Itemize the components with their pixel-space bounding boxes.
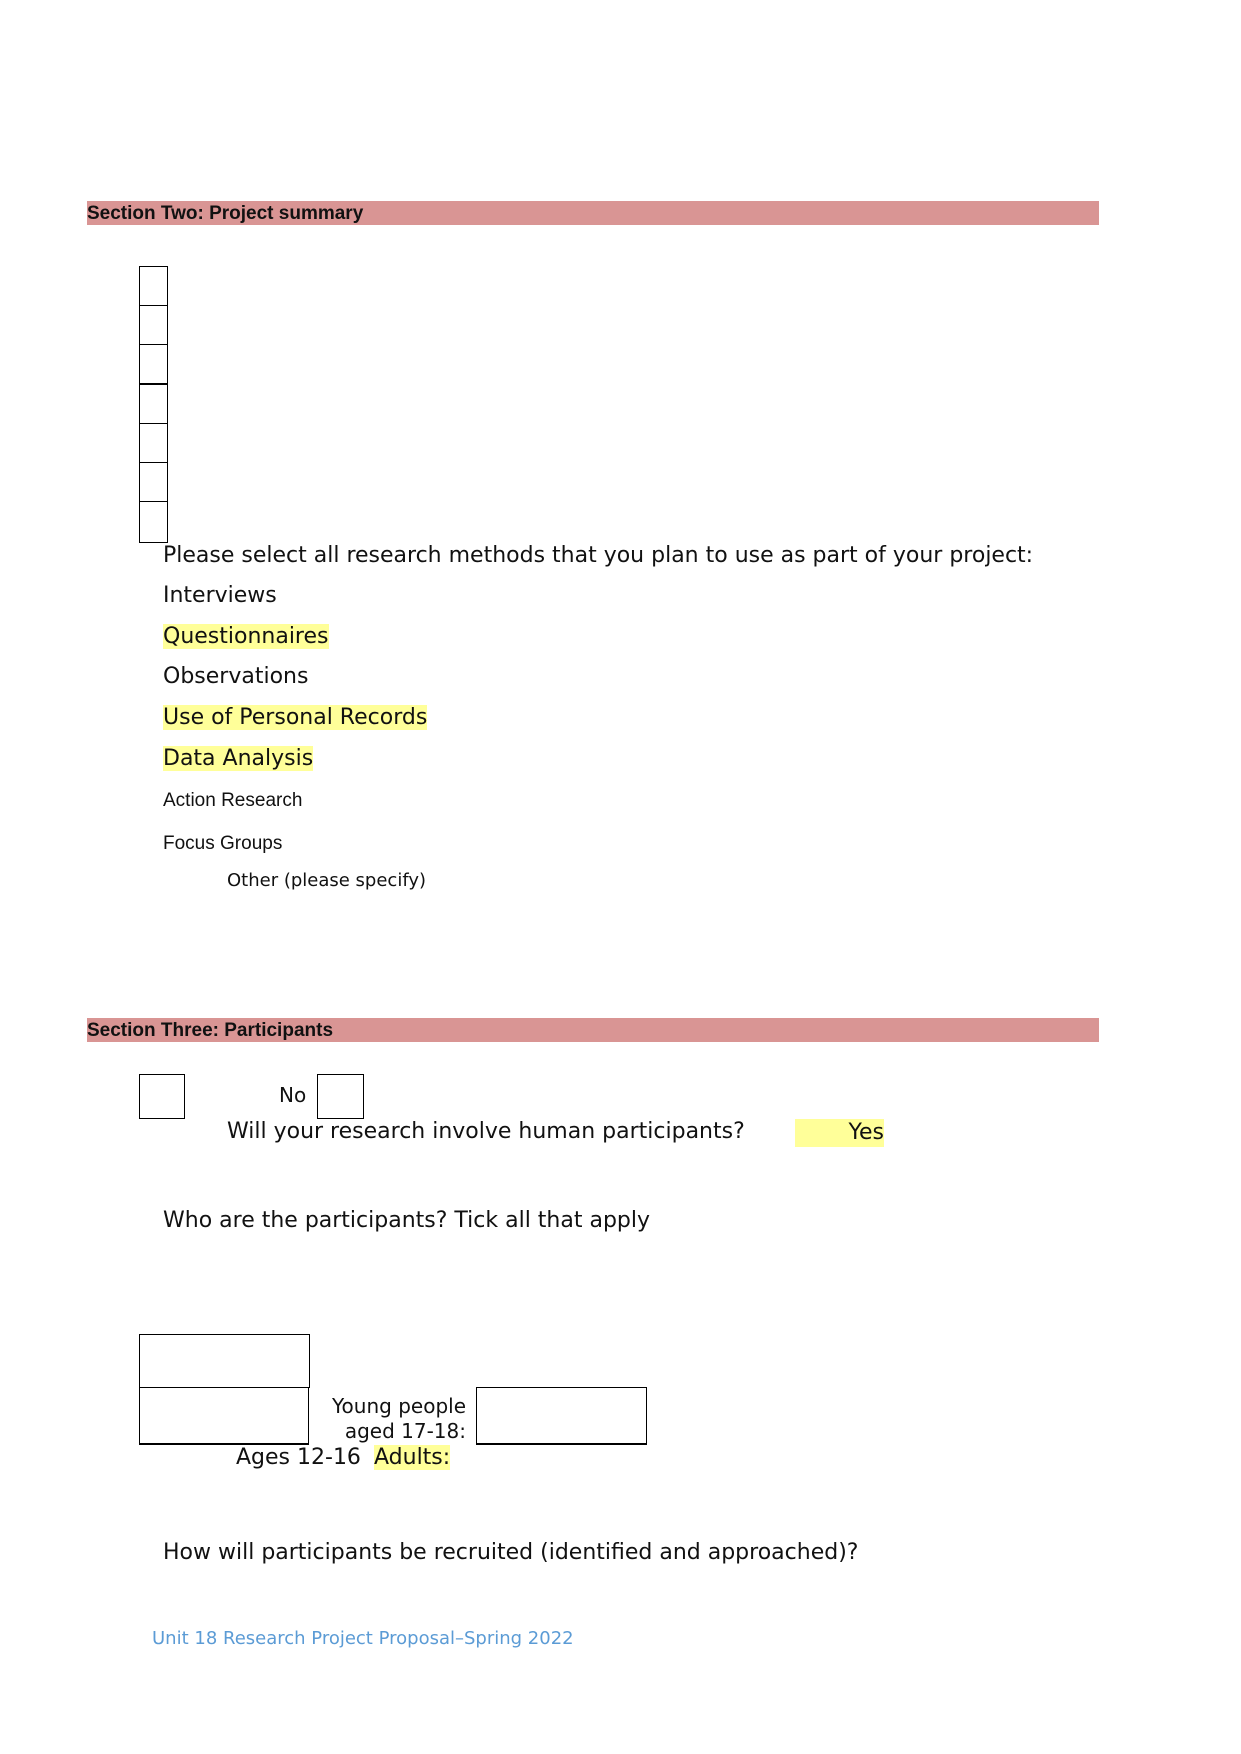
checkbox-method-2[interactable] <box>139 305 168 345</box>
who-participants-question: Who are the participants? Tick all that … <box>163 1208 651 1233</box>
checkbox-method-1[interactable] <box>139 266 168 306</box>
recruitment-question: How will participants be recruited (iden… <box>163 1540 859 1565</box>
method-interviews: Interviews <box>163 583 277 608</box>
checkbox-method-5[interactable] <box>139 423 168 463</box>
method-focus-groups: Focus Groups <box>163 833 283 854</box>
checkbox-method-6[interactable] <box>139 462 168 502</box>
section-three-title: Section Three: Participants <box>87 1020 334 1041</box>
checkbox-method-7[interactable] <box>139 501 168 543</box>
participant-checkbox-top[interactable] <box>139 1334 310 1388</box>
method-questionnaires: Questionnaires <box>163 624 329 649</box>
yes-label: Yes <box>795 1119 884 1147</box>
method-other: Other (please specify) <box>227 870 427 891</box>
young-people-label: Young people aged 17-18: <box>322 1394 466 1444</box>
checkbox-method-3[interactable] <box>139 344 168 384</box>
ages-12-16-label: Ages 12-16 <box>236 1445 361 1470</box>
section-three-header: Section Three: Participants <box>87 1018 1099 1042</box>
young-people-line1: Young people <box>332 1394 466 1418</box>
young-people-line2: aged 17-18: <box>344 1419 466 1443</box>
method-personal-records: Use of Personal Records <box>163 705 428 730</box>
method-observations: Observations <box>163 664 309 689</box>
section-two-header: Section Two: Project summary <box>87 201 1099 225</box>
method-data-analysis: Data Analysis <box>163 746 314 771</box>
section-two-title: Section Two: Project summary <box>87 203 364 224</box>
adults-label: Adults: <box>374 1445 451 1470</box>
no-label: No <box>279 1083 307 1107</box>
methods-prompt: Please select all research methods that … <box>163 543 1034 568</box>
page-footer: Unit 18 Research Project Proposal–Spring… <box>152 1628 574 1649</box>
checkbox-method-4[interactable] <box>139 383 168 424</box>
young-people-checkbox[interactable] <box>476 1387 647 1445</box>
method-action-research: Action Research <box>163 790 303 811</box>
human-participants-question: Will your research involve human partici… <box>227 1119 745 1144</box>
yes-checkbox[interactable] <box>139 1074 185 1119</box>
ages-12-16-checkbox[interactable] <box>139 1387 309 1445</box>
no-checkbox[interactable] <box>317 1074 364 1119</box>
